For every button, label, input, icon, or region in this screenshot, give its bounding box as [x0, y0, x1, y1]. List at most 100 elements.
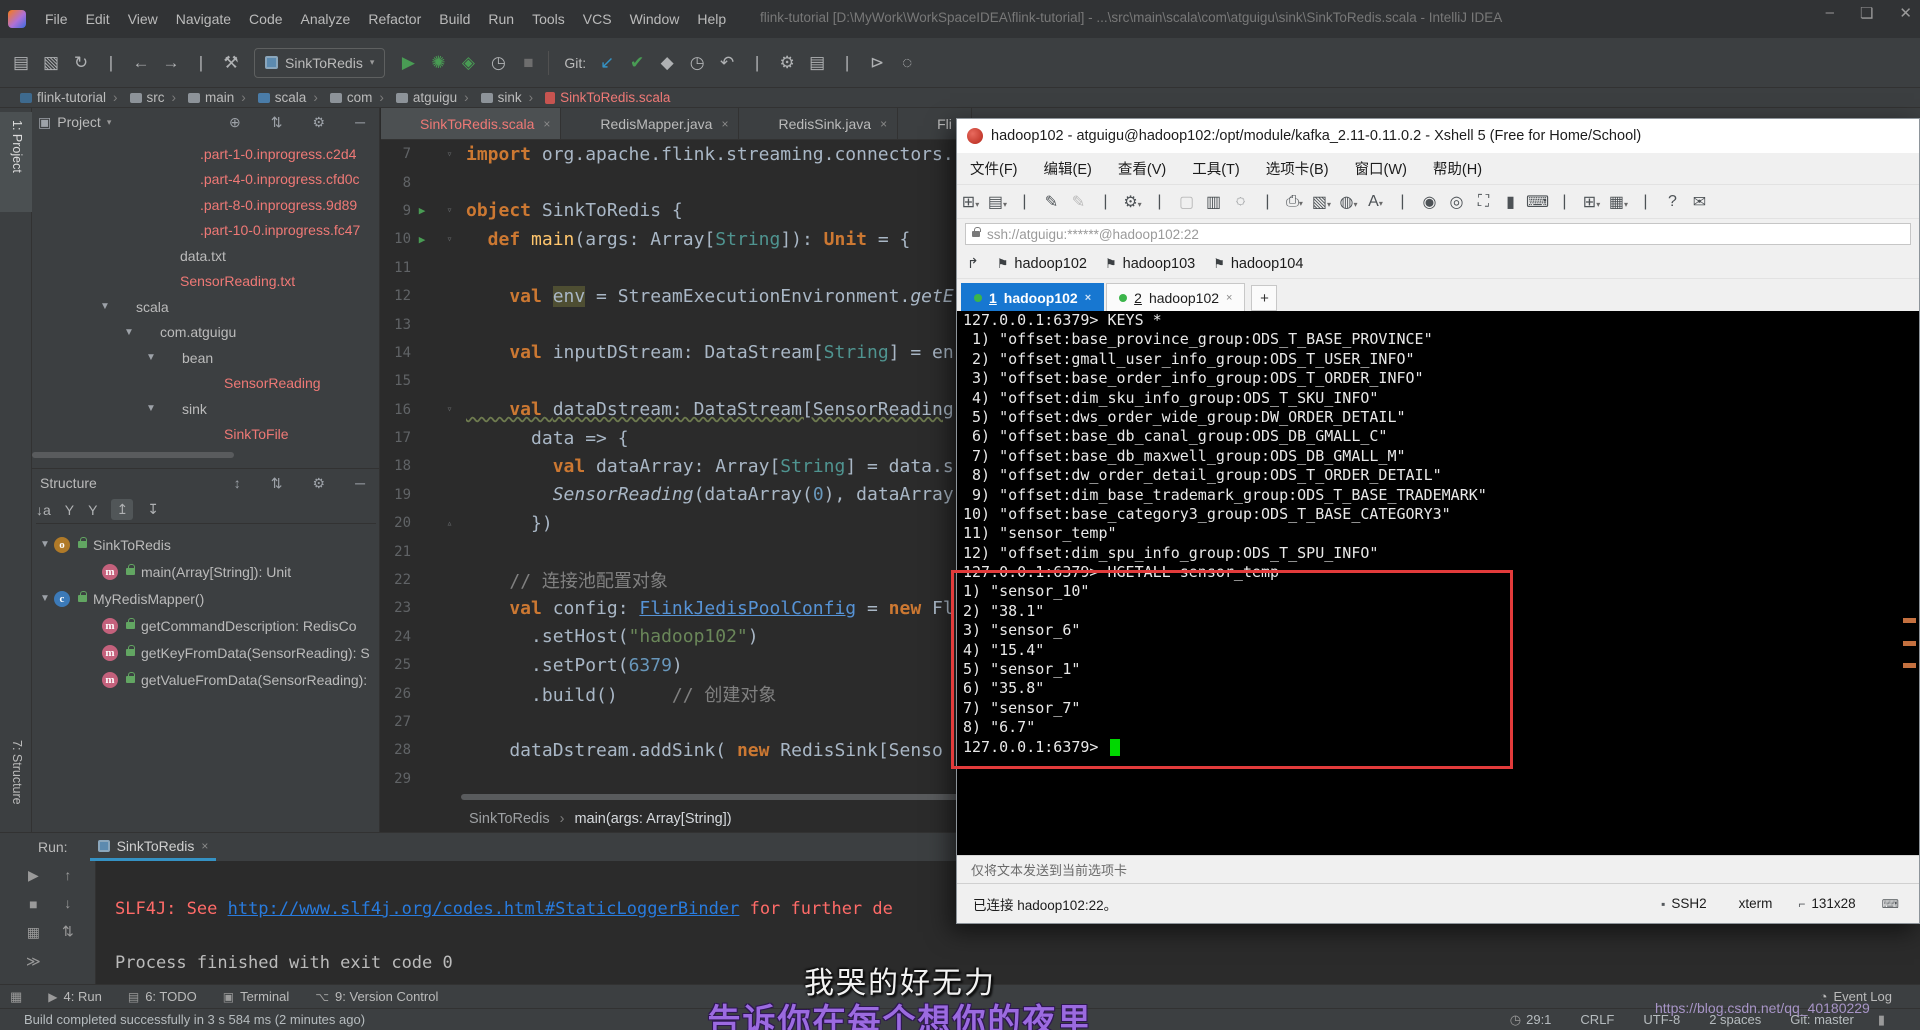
menu-item[interactable]: Code [240, 7, 291, 31]
line-number[interactable]: 14 [381, 345, 411, 361]
sidebar-item-project[interactable]: 1: Project [10, 120, 24, 173]
tree-row[interactable]: .part-1-0.inprogress.c2d4 [32, 141, 379, 167]
line-number[interactable]: 24 [381, 629, 411, 645]
panel-header-icon[interactable]: ↕ [234, 475, 241, 492]
fold-icon[interactable]: ▿ [433, 404, 466, 415]
line-number[interactable]: 27 [381, 714, 411, 730]
menu-item[interactable]: 选项卡(B) [1253, 154, 1342, 183]
tree-arrow-icon[interactable]: ▼ [40, 539, 54, 550]
structure-tool-icon[interactable]: ↥ [111, 499, 134, 520]
menu-item[interactable]: 窗口(W) [1342, 154, 1420, 183]
new-tab-button[interactable]: + [1251, 285, 1278, 311]
breadcrumb-item[interactable]: com [306, 90, 372, 105]
run-configuration-select[interactable]: SinkToRedis ▾ [254, 47, 386, 78]
close-icon[interactable]: ✕ [1899, 4, 1912, 22]
session-tab[interactable]: 2 hadoop102 × [1106, 283, 1246, 311]
menu-item[interactable]: VCS [574, 7, 621, 31]
breadcrumb-item[interactable]: main [165, 90, 234, 105]
toolbar-icon[interactable]: ◉ [1416, 192, 1443, 212]
structure-row[interactable]: m getValueFromData(SensorReading): [32, 666, 379, 693]
fold-icon[interactable]: ▿ [433, 205, 466, 216]
xshell-title-bar[interactable]: hadoop102 - atguigu@hadoop102:/opt/modul… [957, 119, 1919, 153]
toolbar-vcs-icon[interactable]: ◷ [682, 53, 712, 73]
tree-row[interactable]: ▼ scala [32, 294, 379, 320]
tree-row[interactable]: .part-8-0.inprogress.9d89 [32, 192, 379, 218]
send-to-icon[interactable]: ↱ [967, 255, 979, 272]
panel-header-icon[interactable]: ─ [355, 475, 365, 492]
editor-tab[interactable]: RedisMapper.java × [561, 108, 740, 139]
breadcrumb-item[interactable]: sink [457, 90, 522, 105]
line-number[interactable]: 29 [381, 771, 411, 787]
line-number[interactable]: 17 [381, 430, 411, 446]
toolbar-icon[interactable]: ⚒ [216, 53, 246, 73]
toolbar-icon[interactable]: ▤ [6, 53, 36, 73]
breadcrumb-item[interactable]: SinkToRedis.scala [522, 90, 670, 105]
tree-arrow-icon[interactable]: ▼ [146, 403, 160, 414]
toolbar-icon[interactable]: ◎ [1443, 192, 1470, 212]
toolbar-run-icon[interactable]: ◷ [483, 53, 513, 73]
structure-tool-icon[interactable]: Y [65, 502, 74, 518]
fold-icon[interactable]: ▿ [433, 234, 466, 245]
toolbar-icon[interactable]: ▮ [1497, 192, 1524, 212]
structure-tool-icon[interactable]: Y [88, 502, 97, 518]
toolbar-icon[interactable]: | [1254, 193, 1281, 211]
tree-row[interactable]: ▼ sink [32, 396, 379, 422]
toolbar-icon[interactable]: | [1389, 193, 1416, 211]
line-number[interactable]: 13 [381, 317, 411, 333]
line-number[interactable]: 19 [381, 487, 411, 503]
structure-panel-title[interactable]: Structure [40, 475, 97, 491]
line-number[interactable]: 7 [381, 146, 411, 162]
tree-arrow-icon[interactable]: ▼ [146, 352, 160, 363]
menu-item[interactable]: Refactor [359, 7, 430, 31]
toolbar-icon[interactable]: | [1146, 193, 1173, 211]
tree-row[interactable]: .part-10-0.inprogress.fc47 [32, 218, 379, 244]
menu-item[interactable]: 编辑(E) [1031, 154, 1105, 183]
structure-row[interactable]: m getCommandDescription: RedisCo [32, 612, 379, 639]
toolbar-run-icon[interactable]: ■ [513, 53, 543, 73]
editor-hscrollbar[interactable] [461, 794, 1021, 800]
console-tool-icon[interactable]: ⇅ [62, 923, 74, 940]
toolbar-icon[interactable]: | [96, 53, 126, 73]
line-number[interactable]: 20 [381, 515, 411, 531]
toolbar-icon[interactable]: | [1632, 193, 1659, 211]
close-tab-icon[interactable]: × [543, 117, 550, 131]
console-tool-icon[interactable]: ■ [29, 896, 37, 912]
line-number[interactable]: 12 [381, 288, 411, 304]
menu-item[interactable]: 工具(T) [1179, 154, 1253, 183]
line-number[interactable]: 11 [381, 260, 411, 276]
toolbar-icon[interactable]: | [186, 53, 216, 73]
editor-tab[interactable]: RedisSink.java × [739, 108, 899, 139]
toolbar-icon[interactable]: ⛶ [1470, 193, 1497, 211]
toolbar-icon[interactable]: ⊞ [957, 192, 984, 212]
toolbar-icon[interactable]: | [1551, 193, 1578, 211]
toolbar-icon[interactable]: ↻ [66, 53, 96, 73]
toolbar-vcs-icon[interactable]: ▤ [802, 53, 832, 73]
toolbar-run-icon[interactable]: ✺ [423, 53, 453, 73]
menu-item[interactable]: Build [430, 7, 479, 31]
session-bookmark[interactable]: ⚑ hadoop102 [997, 256, 1087, 272]
structure-tool-icon[interactable]: ↧ [147, 501, 159, 518]
toolbar-icon[interactable]: | [1011, 193, 1038, 211]
toolbar-icon[interactable]: ▧ [1308, 192, 1335, 212]
breadcrumb-item[interactable]: src [106, 90, 165, 105]
breadcrumb-item[interactable]: scala [234, 90, 306, 105]
toolbar-icon[interactable]: ✉ [1686, 192, 1713, 212]
line-number[interactable]: 22 [381, 572, 411, 588]
project-panel-title[interactable]: Project [57, 114, 101, 130]
panel-header-icon[interactable]: ⊕ [229, 114, 241, 131]
chevron-down-icon[interactable]: ▾ [107, 117, 112, 128]
address-input[interactable]: ssh://atguigu:******@hadoop102:22 [965, 223, 1911, 245]
toolbar-vcs-icon[interactable]: ◌ [892, 53, 922, 73]
toolbar-icon[interactable]: ◍ [1335, 192, 1362, 212]
run-tab[interactable]: SinkToRedis × [89, 833, 217, 861]
menu-item[interactable]: Run [479, 7, 523, 31]
toolbar-icon[interactable]: ⊞ [1578, 192, 1605, 212]
status-widget[interactable]: ▮ [1878, 1012, 1890, 1028]
toolbar-icon[interactable]: | [1092, 193, 1119, 211]
maximize-icon[interactable]: ❏ [1860, 4, 1873, 22]
line-number[interactable]: 10 [381, 231, 411, 247]
sidebar-item-structure[interactable]: 7: Structure [10, 740, 24, 805]
panel-header-icon[interactable]: ⇅ [271, 114, 283, 131]
project-hscrollbar[interactable] [32, 452, 234, 458]
run-gutter-icon[interactable]: ▶ [411, 204, 433, 217]
